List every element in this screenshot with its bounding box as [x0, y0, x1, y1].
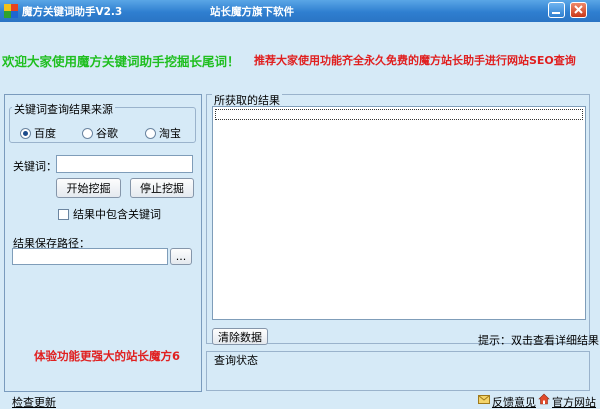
radio-label: 百度 [34, 127, 56, 140]
keyword-label: 关键词： [13, 160, 57, 173]
status-group [206, 351, 590, 391]
promo-link[interactable]: 体验功能更强大的站长魔方6 [34, 348, 180, 364]
status-legend: 查询状态 [212, 352, 260, 368]
banner: 欢迎大家使用魔方关键词助手挖掘长尾词！ 推荐大家使用功能齐全永久免费的魔方站长助… [0, 46, 600, 72]
checkbox-box[interactable] [58, 208, 69, 220]
include-keyword-checkbox[interactable]: 结果中包含关键词 [58, 206, 161, 222]
window-title: 魔方关键词助手V2.3 [22, 6, 123, 18]
mail-icon [478, 395, 490, 404]
radio-dot[interactable] [82, 127, 93, 139]
home-icon [538, 393, 550, 405]
results-list[interactable] [212, 106, 586, 320]
radio-dot[interactable] [145, 127, 156, 139]
minimize-button[interactable] [548, 2, 565, 18]
check-update-link[interactable]: 检查更新 [12, 394, 56, 409]
clear-data-button[interactable]: 清除数据 [212, 328, 268, 345]
app-icon [4, 4, 18, 18]
start-button[interactable]: 开始挖掘 [56, 178, 121, 198]
keyword-input[interactable] [56, 155, 193, 173]
radio-taobao[interactable]: 淘宝 [145, 125, 181, 141]
browse-button[interactable]: ... [170, 248, 192, 265]
radio-dot[interactable] [20, 127, 31, 139]
checkbox-label: 结果中包含关键词 [73, 208, 161, 221]
close-button[interactable] [570, 2, 587, 18]
results-hint: 提示：双击查看详细结果 [478, 334, 599, 347]
save-path-input[interactable] [12, 248, 168, 265]
results-selection [215, 109, 583, 120]
recommend-link[interactable]: 推荐大家使用功能齐全永久免费的魔方站长助手进行网站SEO查询 [254, 52, 576, 68]
source-group-legend: 关键词查询结果来源 [12, 101, 115, 117]
minimize-icon [552, 12, 560, 14]
window-subtitle: 站长魔方旗下软件 [210, 6, 294, 18]
title-bar[interactable]: 魔方关键词助手V2.3 站长魔方旗下软件 [0, 0, 600, 22]
radio-label: 淘宝 [159, 127, 181, 140]
radio-google[interactable]: 谷歌 [82, 125, 118, 141]
feedback-link[interactable]: 反馈意见 [492, 394, 536, 409]
close-icon [574, 5, 583, 14]
welcome-text: 欢迎大家使用魔方关键词助手挖掘长尾词！ [2, 54, 240, 69]
radio-label: 谷歌 [96, 127, 118, 140]
official-site-link[interactable]: 官方网站 [552, 394, 596, 409]
stop-button[interactable]: 停止挖掘 [130, 178, 194, 198]
radio-baidu[interactable]: 百度 [20, 125, 56, 141]
